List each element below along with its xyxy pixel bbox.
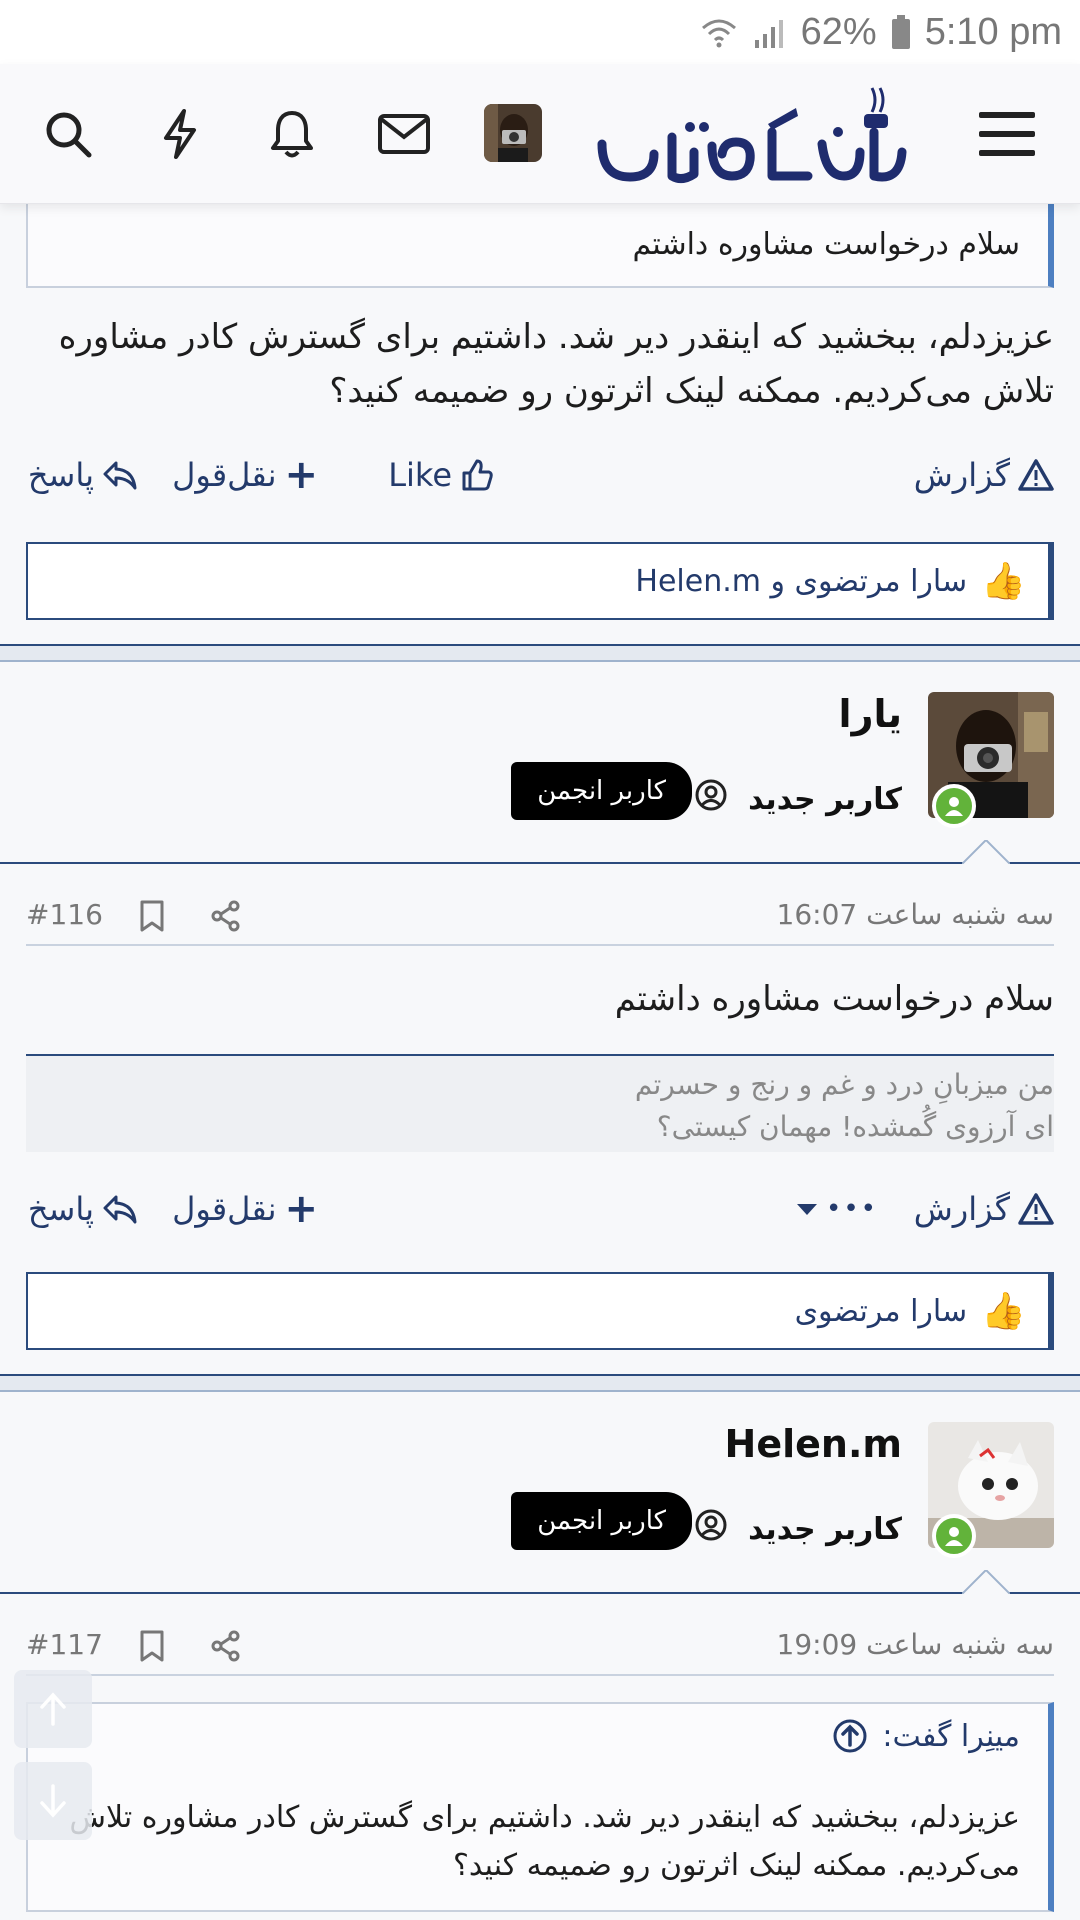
user-circle-icon [688,1502,734,1548]
meta-divider [26,944,1054,946]
thumbs-up-icon [462,459,493,491]
cell-signal-icon [754,20,783,48]
quote-button[interactable]: + نقل‌قول [172,1184,318,1234]
post-date[interactable]: سه شنبه ساعت 19:09 [777,1628,1054,1661]
report-button[interactable]: گزارش [914,450,1054,500]
report-button[interactable]: گزارش [914,1184,1054,1234]
signature-line-1: من میزبانِ درد و غم و رنج و حسرتم [634,1068,1054,1101]
post-date[interactable]: سه شنبه ساعت 16:07 [777,898,1054,931]
site-logo[interactable] [582,82,922,192]
clock: 5:10 pm [924,10,1062,53]
signal-icons [699,16,787,48]
plus-icon: + [284,1186,318,1232]
quoted-message: مینِرا گفت: عزیزدلم، ببخشید که اینقدر دی… [26,1702,1054,1912]
user-badge: کاربر انجمن [511,762,692,820]
warning-icon [1018,459,1054,491]
reply-icon [103,1195,137,1224]
arrow-up-icon [40,1692,66,1726]
user-info-divider [0,1570,1080,1594]
signature-line-2: ای آرزوی گُمشده! مهمان کیستی؟ [656,1110,1054,1143]
user-circle-icon [688,772,734,818]
post-separator [0,644,1080,662]
bookmark-icon[interactable] [130,894,174,938]
battery-percent: 62% [800,10,877,53]
post-actions: گزارش ••• + نقل‌قول پاسخ [26,1184,1054,1234]
post-meta: سه شنبه ساعت 19:09 #117 [26,1620,1054,1674]
post-number[interactable]: #116 [26,898,103,931]
post-number[interactable]: #117 [26,1628,103,1661]
thread-content: سلام درخواست مشاوره داشتم عزیزدلم، ببخشی… [0,204,1080,1920]
like-button[interactable]: Like [388,450,494,500]
post-body: عزیزدلم، ببخشید که اینقدر دیر شد. داشتیم… [58,317,1054,411]
scroll-up-button[interactable] [14,1670,92,1748]
reply-icon [103,461,137,490]
post-meta: سه شنبه ساعت 16:07 #116 [26,890,1054,944]
more-options-button[interactable]: ••• [796,1184,878,1234]
username[interactable]: Helen.m [725,1422,902,1466]
user-title: کاربر جدید [748,782,902,817]
user-signature: من میزبانِ درد و غم و رنج و حسرتم ای آرز… [26,1054,1054,1152]
top-nav-bar [0,64,1080,204]
user-avatar-thumb[interactable] [484,104,542,162]
share-icon[interactable] [204,894,248,938]
post-separator [0,1374,1080,1392]
online-status-icon [932,784,976,828]
quoted-message: سلام درخواست مشاوره داشتم [26,204,1054,288]
username[interactable]: یارا [839,692,902,736]
status-bar: 62% 5:10 pm [0,0,1080,64]
reply-button[interactable]: پاسخ [28,450,138,500]
bolt-icon[interactable] [148,102,212,166]
thumbs-up-emoji-icon: 👍 [981,561,1026,602]
scroll-down-button[interactable] [14,1762,92,1840]
bookmark-icon[interactable] [130,1624,174,1668]
thumbs-up-emoji-icon: 👍 [981,1291,1026,1332]
quote-author[interactable]: مینِرا گفت: [832,1718,1020,1754]
arrow-down-icon [40,1784,66,1818]
share-icon[interactable] [204,1624,248,1668]
user-badge: کاربر انجمن [511,1492,692,1550]
bell-icon[interactable] [260,102,324,166]
meta-divider [26,1674,1054,1676]
menu-icon[interactable] [972,102,1042,166]
quoted-text: سلام درخواست مشاوره داشتم [632,227,1020,262]
caret-down-icon [796,1204,817,1215]
reply-button[interactable]: پاسخ [28,1184,138,1234]
warning-icon [1018,1193,1054,1225]
arrow-up-circle-icon [833,1719,867,1753]
user-title: کاربر جدید [748,1512,902,1547]
online-status-icon [932,1514,976,1558]
quoted-text: عزیزدلم، ببخشید که اینقدر دیر شد. داشتیم… [69,1800,1020,1883]
likes-summary[interactable]: 👍 سارا مرتضوی و Helen.m [26,542,1054,620]
post-actions: گزارش Like + نقل‌قول پاسخ [26,450,1054,500]
user-info-divider [0,840,1080,864]
post-body: سلام درخواست مشاوره داشتم [614,979,1054,1019]
battery-icon [891,15,910,49]
search-icon[interactable] [36,102,100,166]
quote-button[interactable]: + نقل‌قول [172,450,318,500]
plus-icon: + [284,452,318,498]
likes-summary[interactable]: 👍 سارا مرتضوی [26,1272,1054,1350]
mail-icon[interactable] [372,102,436,166]
wifi-icon [701,19,736,48]
